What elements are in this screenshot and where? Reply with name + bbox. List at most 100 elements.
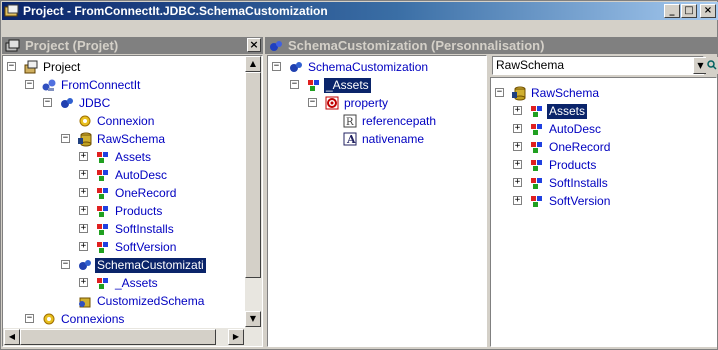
tree-item[interactable]: _Assets <box>306 76 372 94</box>
tree-item[interactable]: SoftInstalls <box>95 220 176 238</box>
tree-expander-icon[interactable]: + <box>513 196 522 205</box>
tree-expander-icon[interactable]: − <box>25 314 34 323</box>
close-button[interactable]: × <box>700 4 716 18</box>
tree-item-label: Project <box>43 59 81 74</box>
scroll-left-button[interactable]: ◀ <box>4 329 20 345</box>
tree-item-label: RawSchema <box>531 85 600 100</box>
schema-customization-icon <box>290 62 302 72</box>
scroll-right-button[interactable]: ▶ <box>228 329 244 345</box>
left-horizontal-scrollbar[interactable]: ◀ ▶ <box>3 328 262 346</box>
window-title: Project - FromConnectIt.JDBC.SchemaCusto… <box>23 4 328 18</box>
middle-tree-pane[interactable]: − SchemaCustomization − _Assets − property Rre… <box>267 55 487 347</box>
tree-item[interactable]: Products <box>529 156 598 174</box>
tree-item-label: RawSchema <box>97 131 166 146</box>
tree-item-label: OneRecord <box>549 139 611 154</box>
table-icon <box>308 80 319 91</box>
table-icon <box>97 152 108 163</box>
tree-item-label: SoftInstalls <box>549 175 608 190</box>
tree-item[interactable]: property <box>324 94 390 112</box>
tree-item[interactable]: Connexion <box>77 112 156 130</box>
tree-expander-icon[interactable]: + <box>513 106 522 115</box>
left-vertical-scrollbar[interactable]: ▲ ▼ <box>245 56 262 328</box>
scroll-down-button[interactable]: ▼ <box>245 311 261 327</box>
tree-expander-icon[interactable]: + <box>79 206 88 215</box>
tree-expander-icon[interactable]: + <box>79 242 88 251</box>
tree-item[interactable]: Assets <box>95 148 153 166</box>
schema-customization-icon <box>270 40 282 51</box>
tree-expander-icon[interactable]: + <box>79 278 88 287</box>
tree-item[interactable]: OneRecord <box>95 184 178 202</box>
reference-path-icon: R <box>343 114 357 128</box>
tree-expander-icon[interactable]: + <box>79 224 88 233</box>
tree-item[interactable]: SoftVersion <box>529 192 612 210</box>
tree-expander-icon[interactable]: + <box>513 178 522 187</box>
tree-expander-icon[interactable]: − <box>61 134 70 143</box>
right-tree-pane[interactable]: − RawSchema + Assets + AutoDesc + OneRecord + Pro… <box>490 77 717 347</box>
project-app-icon <box>4 4 19 17</box>
project-icon <box>5 39 20 51</box>
tree-item[interactable]: FromConnectIt <box>41 76 142 94</box>
tree-item[interactable]: Assets <box>529 102 589 120</box>
tree-expander-icon[interactable]: + <box>513 124 522 133</box>
tree-expander-icon[interactable]: + <box>513 160 522 169</box>
tree-expander-icon[interactable]: − <box>7 62 16 71</box>
jdbc-icon <box>61 98 73 108</box>
tree-expander-icon[interactable]: − <box>308 98 317 107</box>
tree-item-label: CustomizedSchema <box>97 293 205 308</box>
tree-item[interactable]: Project <box>23 58 82 76</box>
tree-item[interactable]: Anativename <box>342 130 426 148</box>
tree-expander-icon[interactable]: − <box>272 62 281 71</box>
svg-text:R: R <box>346 117 354 128</box>
tree-expander-icon[interactable]: − <box>61 260 70 269</box>
tree-item[interactable]: CustomizedSchema <box>77 292 206 310</box>
schema-combo[interactable]: RawSchema <box>492 56 704 75</box>
tree-item[interactable]: Products <box>95 202 164 220</box>
search-tool-button[interactable] <box>706 57 718 74</box>
tree-item[interactable]: RawSchema <box>77 130 167 148</box>
tree-item-label: Assets <box>545 102 589 120</box>
tree-item[interactable]: Rreferencepath <box>342 112 438 130</box>
tree-item[interactable]: OneRecord <box>529 138 612 156</box>
tree-item-label: _Assets <box>323 76 372 94</box>
tree-item[interactable]: SoftInstalls <box>529 174 610 192</box>
tree-expander-icon[interactable]: + <box>79 152 88 161</box>
tree-expander-icon[interactable]: − <box>25 80 34 89</box>
title-bar[interactable]: Project - FromConnectIt.JDBC.SchemaCusto… <box>2 2 718 20</box>
maximize-button[interactable]: □ <box>681 4 697 18</box>
tree-expander-icon[interactable]: + <box>79 188 88 197</box>
scroll-thumb[interactable] <box>245 72 261 278</box>
table-icon <box>97 242 108 253</box>
minimize-button[interactable]: _ <box>664 4 680 18</box>
left-tree-pane[interactable]: − Project − FromConnectIt − JDBC Connexion − Raw… <box>2 55 263 347</box>
scroll-up-button[interactable]: ▲ <box>245 56 261 72</box>
tree-item-label: JDBC <box>79 95 111 110</box>
tree-item-label: referencepath <box>362 113 437 128</box>
tree-item[interactable]: Connexions <box>41 310 126 328</box>
tree-item-label: SoftVersion <box>115 239 177 254</box>
tree-item[interactable]: SchemaCustomization <box>288 58 430 76</box>
tree-item[interactable]: SoftVersion <box>95 238 178 256</box>
tree-item[interactable]: JDBC <box>59 94 112 112</box>
connexions-icon <box>43 313 55 325</box>
left-pane-close-button[interactable]: × <box>247 38 261 52</box>
table-icon <box>97 170 108 181</box>
tree-item-label: _Assets <box>115 275 158 290</box>
h-scroll-thumb[interactable] <box>20 329 216 345</box>
tree-expander-icon[interactable]: + <box>513 142 522 151</box>
table-icon <box>97 206 108 217</box>
tree-item-label: AutoDesc <box>549 121 602 136</box>
connectit-icon <box>42 79 56 91</box>
connexion-icon <box>79 115 91 127</box>
tree-expander-icon[interactable]: − <box>290 80 299 89</box>
tree-expander-icon[interactable]: − <box>43 98 52 107</box>
tree-item-label: SoftInstalls <box>115 221 174 236</box>
tree-item[interactable]: AutoDesc <box>95 166 169 184</box>
tree-item[interactable]: _Assets <box>95 274 160 292</box>
tree-item[interactable]: SchemaCustomizati <box>77 256 207 274</box>
tree-item[interactable]: AutoDesc <box>529 120 603 138</box>
tree-expander-icon[interactable]: − <box>495 88 504 97</box>
table-icon <box>97 278 108 289</box>
tree-item[interactable]: RawSchema <box>511 84 601 102</box>
table-icon <box>97 188 108 199</box>
tree-expander-icon[interactable]: + <box>79 170 88 179</box>
